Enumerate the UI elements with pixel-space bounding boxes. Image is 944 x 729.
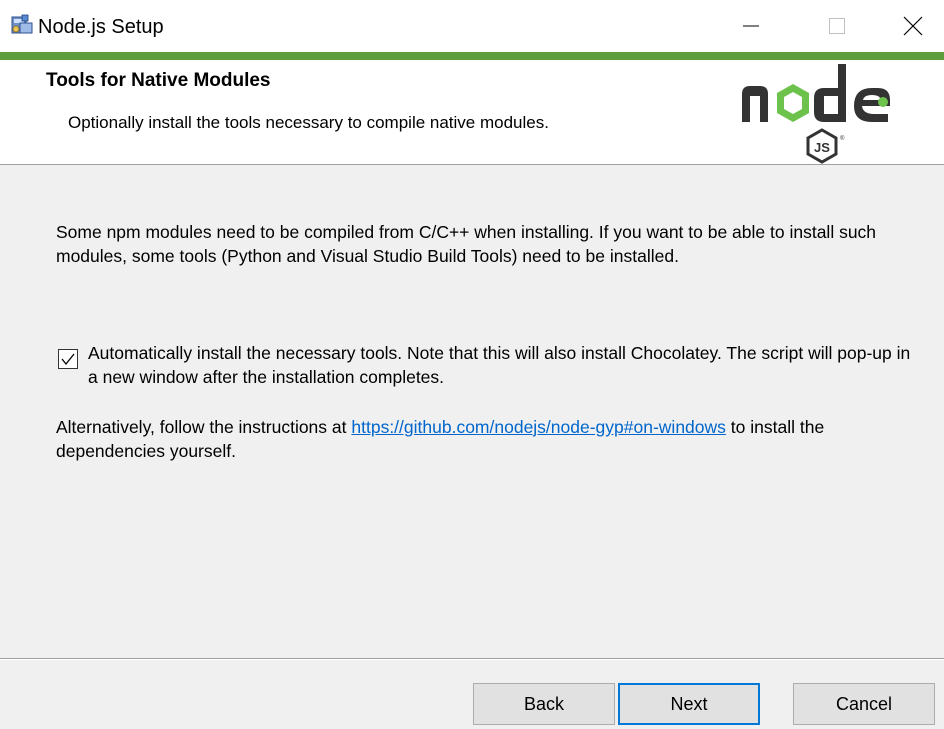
nodejs-logo-icon: JS ® <box>742 64 890 164</box>
minimize-button[interactable] <box>728 0 774 52</box>
footer-divider-highlight <box>0 659 944 660</box>
checkmark-icon <box>61 353 75 366</box>
page-title: Tools for Native Modules <box>46 70 271 91</box>
next-button[interactable]: Next <box>618 683 760 725</box>
accent-bar <box>0 52 944 60</box>
cancel-button[interactable]: Cancel <box>793 683 935 725</box>
svg-text:®: ® <box>840 135 845 142</box>
window-title: Node.js Setup <box>38 16 164 38</box>
close-icon <box>903 16 923 36</box>
installer-icon <box>11 14 33 34</box>
minimize-icon <box>743 25 759 27</box>
alternative-prefix: Alternatively, follow the instructions a… <box>56 417 352 437</box>
description-text: Some npm modules need to be compiled fro… <box>56 222 877 266</box>
back-button[interactable]: Back <box>473 683 615 725</box>
page-subtitle: Optionally install the tools necessary t… <box>68 113 549 132</box>
auto-install-checkbox[interactable] <box>58 349 78 369</box>
maximize-button[interactable] <box>814 0 860 52</box>
close-button[interactable] <box>890 0 936 52</box>
svg-text:JS: JS <box>814 140 830 155</box>
auto-install-label[interactable]: Automatically install the necessary tool… <box>88 341 918 389</box>
maximize-icon <box>829 18 845 34</box>
header-banner: Tools for Native Modules Optionally inst… <box>0 60 944 165</box>
setup-window: Node.js Setup Tools for Native Modules O… <box>0 0 944 729</box>
alternative-text: Alternatively, follow the instructions a… <box>56 415 916 463</box>
title-bar[interactable]: Node.js Setup <box>0 0 944 52</box>
node-gyp-link[interactable]: https://github.com/nodejs/node-gyp#on-wi… <box>351 417 726 437</box>
